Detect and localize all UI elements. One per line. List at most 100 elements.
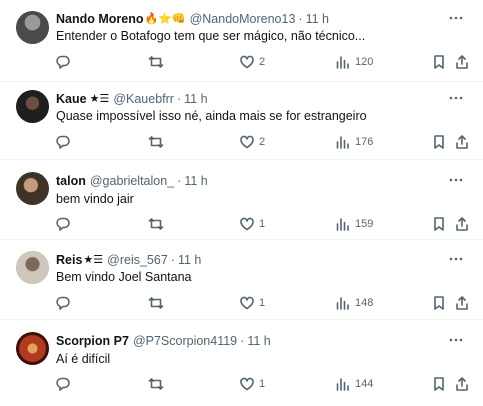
bookmark-button[interactable] [431,374,447,394]
like-count: 1 [259,297,266,309]
user-handle[interactable]: @Kauebfrr [113,90,174,108]
more-button[interactable] [447,171,465,189]
display-name[interactable]: Nando Moreno [56,10,144,28]
user-handle[interactable]: @gabrieltalon_ [90,172,174,190]
retweet-button[interactable] [148,214,164,234]
views-button[interactable]: 159 [335,214,373,234]
like-button[interactable]: 1 [239,214,265,234]
tweet-actions: 1 148 [50,293,470,313]
reply-button[interactable] [55,52,71,72]
share-button[interactable] [454,293,470,313]
share-button[interactable] [454,214,470,234]
tweet-text: Bem vindo Joel Santana [56,270,192,284]
views-button[interactable]: 148 [335,293,373,313]
more-icon [449,178,463,182]
more-button[interactable] [447,331,465,349]
tweet-text: Entender o Botafogo tem que ser mágico, … [56,29,366,43]
like-count: 1 [259,378,266,390]
more-icon [449,338,463,342]
retweet-button[interactable] [148,52,164,72]
like-count: 2 [259,136,266,148]
tweet-actions: 1 159 [50,214,470,234]
more-button[interactable] [447,250,465,268]
reply-button[interactable] [55,374,71,394]
timestamp[interactable]: 11 h [184,90,207,108]
views-icon [336,136,349,149]
avatar[interactable] [16,332,49,365]
bookmark-icon [434,296,444,310]
more-button[interactable] [447,9,465,27]
like-button[interactable]: 2 [239,52,265,72]
tweet-actions: 1 144 [50,374,470,394]
like-icon [240,55,254,69]
bookmark-icon [434,377,444,391]
timestamp[interactable]: 11 h [184,172,207,190]
reply-icon [56,296,70,310]
retweet-button[interactable] [148,374,164,394]
retweet-icon [148,297,164,309]
share-button[interactable] [454,52,470,72]
tweet-header: Reis ★☰ @reis_567 · 11 h [56,251,201,269]
views-button[interactable]: 144 [335,374,373,394]
share-button[interactable] [454,374,470,394]
tweet[interactable]: Scorpion P7 @P7Scorpion4119 · 11 h Aí é … [0,320,483,406]
like-icon [240,135,254,149]
like-icon [240,296,254,310]
separator-dot: · [170,253,175,267]
share-button[interactable] [454,132,470,152]
tweet-text: Aí é difícil [56,352,111,366]
tweet[interactable]: Reis ★☰ @reis_567 · 11 h Bem vindo Joel … [0,240,483,320]
user-handle[interactable]: @NandoMoreno13 [190,10,296,28]
views-count: 159 [355,218,374,230]
retweet-button[interactable] [148,293,164,313]
views-count: 120 [355,56,374,68]
bookmark-button[interactable] [431,52,447,72]
avatar[interactable] [16,11,49,44]
retweet-icon [148,378,164,390]
avatar[interactable] [16,172,49,205]
views-icon [336,56,349,69]
like-button[interactable]: 1 [239,374,265,394]
timestamp[interactable]: 11 h [247,332,270,350]
display-name[interactable]: Reis [56,251,82,269]
tweet[interactable]: Nando Moreno 🔥⭐👊 @NandoMoreno13 · 11 h E… [0,0,483,82]
tweet[interactable]: talon @gabrieltalon_ · 11 h bem vindo ja… [0,160,483,240]
reply-button[interactable] [55,214,71,234]
display-name[interactable]: Scorpion P7 [56,332,129,350]
display-name[interactable]: Kaue [56,90,87,108]
tweet[interactable]: Kaue ★☰ @Kauebfrr · 11 h Quase impossíve… [0,82,483,160]
like-icon [240,217,254,231]
views-icon [336,297,349,310]
reply-button[interactable] [55,132,71,152]
bookmark-icon [434,135,444,149]
bookmark-button[interactable] [431,132,447,152]
like-button[interactable]: 1 [239,293,265,313]
reply-icon [56,217,70,231]
bookmark-button[interactable] [431,214,447,234]
views-button[interactable]: 176 [335,132,373,152]
tweet-actions: 2 120 [50,52,470,72]
display-name[interactable]: talon [56,172,86,190]
more-icon [449,16,463,20]
name-emoji: 🔥⭐👊 [144,13,186,25]
bookmark-button[interactable] [431,293,447,313]
more-button[interactable] [447,89,465,107]
avatar[interactable] [16,90,49,123]
views-button[interactable]: 120 [335,52,373,72]
name-emoji: ★☰ [83,254,104,266]
bookmark-icon [434,55,444,69]
retweet-button[interactable] [148,132,164,152]
timestamp[interactable]: 11 h [178,251,201,269]
like-button[interactable]: 2 [239,132,265,152]
user-handle[interactable]: @P7Scorpion4119 [133,332,237,350]
reply-icon [56,55,70,69]
timestamp[interactable]: 11 h [306,10,329,28]
bookmark-icon [434,217,444,231]
avatar[interactable] [16,251,49,284]
tweet-text: Quase impossível isso né, ainda mais se … [56,109,367,123]
user-handle[interactable]: @reis_567 [107,251,168,269]
tweet-header: Kaue ★☰ @Kauebfrr · 11 h [56,90,208,108]
views-count: 176 [355,136,374,148]
reply-button[interactable] [55,293,71,313]
views-icon [336,218,349,231]
